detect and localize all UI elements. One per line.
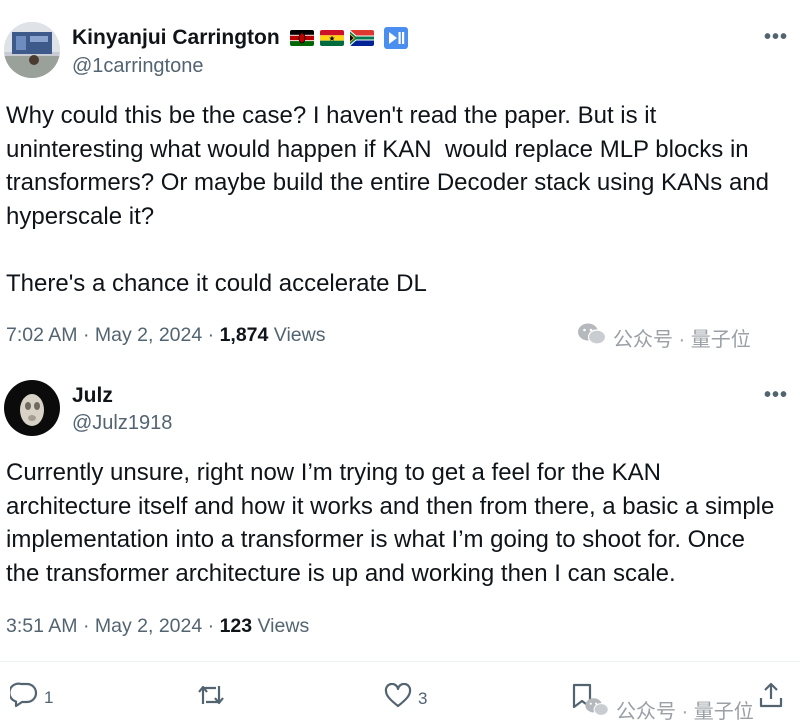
meta-separator: · bbox=[207, 615, 215, 637]
tweet-text: Currently unsure, right now I’m trying t… bbox=[6, 459, 775, 587]
ghana-flag-icon bbox=[319, 30, 344, 46]
heart-icon bbox=[384, 682, 412, 714]
tweet-time[interactable]: 3:51 AM bbox=[6, 615, 78, 637]
handle[interactable]: @1carringtone bbox=[72, 55, 203, 78]
avatar[interactable] bbox=[4, 380, 60, 436]
like-count: 3 bbox=[418, 688, 428, 708]
retweet-button[interactable] bbox=[196, 682, 232, 713]
watermark-text: 公众号 · 量子位 bbox=[616, 701, 754, 723]
meta-separator: · bbox=[82, 324, 90, 346]
tweet-meta: 3:51 AM · May 2, 2024 · 123 Views bbox=[6, 615, 309, 638]
meta-separator: · bbox=[207, 324, 215, 346]
wechat-icon bbox=[584, 697, 610, 723]
more-options-button[interactable]: ••• bbox=[764, 384, 788, 407]
reply-icon bbox=[8, 682, 38, 713]
display-name[interactable]: Julz bbox=[72, 384, 113, 408]
display-name[interactable]: Kinyanjui Carrington bbox=[72, 26, 280, 50]
retweet-icon bbox=[196, 682, 226, 713]
tweet-date[interactable]: May 2, 2024 bbox=[95, 615, 202, 637]
wechat-icon bbox=[577, 322, 607, 352]
divider bbox=[0, 661, 800, 662]
watermark-text: 公众号 · 量子位 bbox=[613, 328, 751, 351]
south-africa-flag-icon bbox=[349, 30, 374, 46]
views-count: 1,874 bbox=[219, 324, 269, 346]
avatar[interactable] bbox=[4, 22, 60, 78]
share-icon bbox=[758, 681, 784, 714]
tweet-meta: 7:02 AM · May 2, 2024 · 1,874 Views bbox=[6, 324, 325, 347]
share-button[interactable] bbox=[758, 681, 784, 714]
handle[interactable]: @Julz1918 bbox=[72, 412, 172, 435]
author-row: Kinyanjui Carrington bbox=[72, 26, 408, 50]
play-pause-icon bbox=[383, 27, 408, 49]
watermark: 公众号 · 量子位 bbox=[584, 695, 754, 724]
views-count: 123 bbox=[219, 615, 253, 637]
more-options-button[interactable]: ••• bbox=[764, 26, 788, 49]
like-button[interactable]: 3 bbox=[384, 682, 428, 714]
watermark: 公众号 · 量子位 bbox=[577, 322, 751, 352]
meta-separator: · bbox=[82, 615, 90, 637]
views-label: Views bbox=[257, 615, 310, 637]
tweet-time[interactable]: 7:02 AM bbox=[6, 324, 78, 346]
reply-count: 1 bbox=[44, 687, 54, 707]
reply-button[interactable]: 1 bbox=[8, 682, 54, 713]
kenya-flag-icon bbox=[289, 30, 314, 46]
tweet-text: Why could this be the case? I haven't re… bbox=[6, 102, 770, 297]
views-label: Views bbox=[273, 324, 326, 346]
tweet-date[interactable]: May 2, 2024 bbox=[95, 324, 202, 346]
